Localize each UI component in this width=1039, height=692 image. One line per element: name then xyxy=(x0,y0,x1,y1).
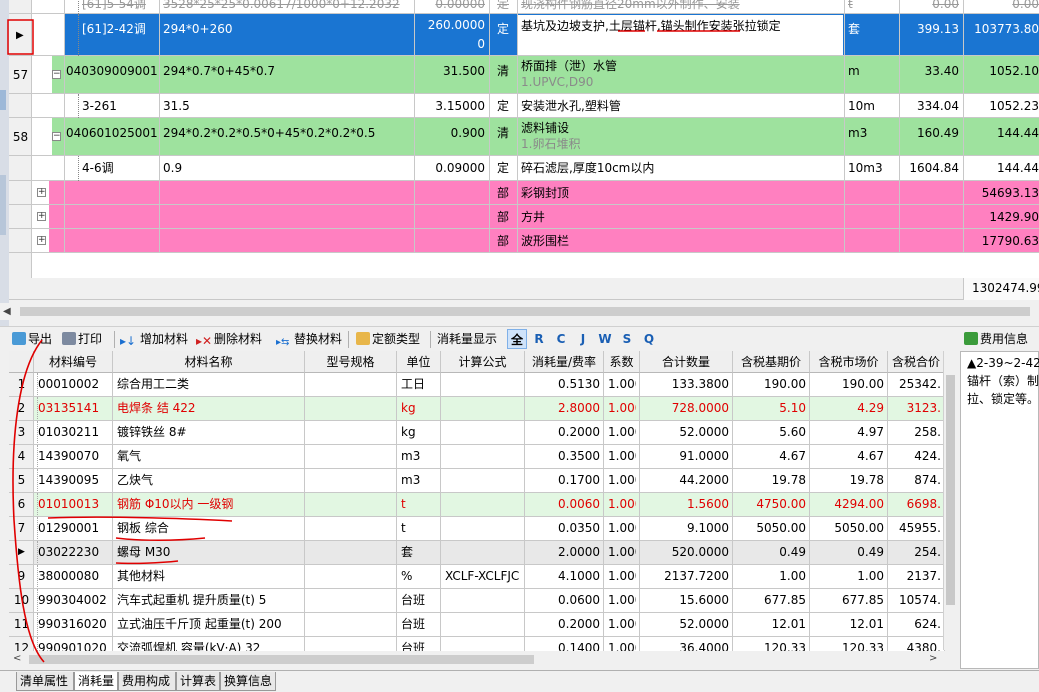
app-window: [61]5-54调 3528*25*25*0.00617/1000*0+12.20… xyxy=(0,0,1039,692)
annotation-underline xyxy=(115,560,179,565)
annotation-bracket xyxy=(12,339,45,663)
annotation-underline xyxy=(115,537,206,541)
annotation-box xyxy=(7,19,34,55)
annotation-underline xyxy=(47,516,233,522)
annotation-overlay xyxy=(7,19,740,663)
